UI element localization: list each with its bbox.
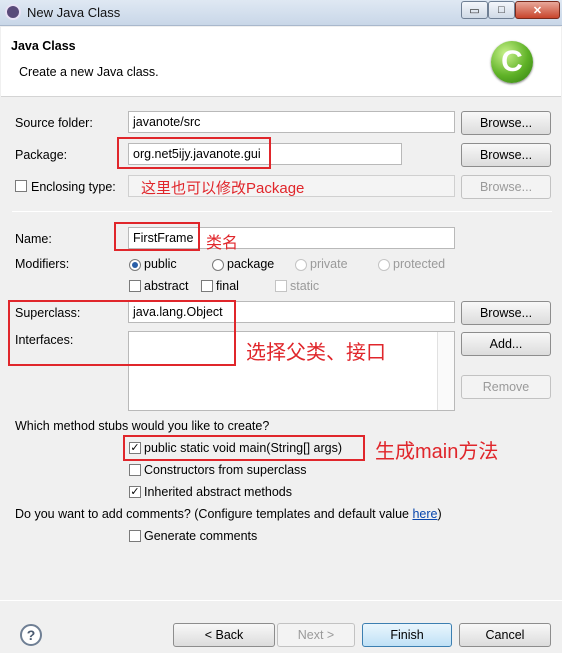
package-annotation: 这里也可以修改Package	[141, 180, 305, 197]
back-button[interactable]: < Back	[173, 623, 275, 647]
generate-comments-label: Generate comments	[144, 529, 258, 543]
modifier-package-label: package	[227, 257, 275, 271]
package-label: Package:	[15, 148, 68, 162]
modifier-static-checkbox	[275, 280, 287, 292]
enclosing-type-label: Enclosing type:	[31, 180, 116, 194]
wizard-header: Java Class Create a new Java class. C	[1, 27, 561, 97]
constructors-label: Constructors from superclass	[144, 463, 307, 477]
package-browse-button[interactable]: Browse...	[461, 143, 551, 167]
modifier-protected-radio	[378, 259, 390, 271]
next-button: Next >	[277, 623, 355, 647]
modifier-final-label: final	[216, 279, 239, 293]
modifier-protected-label: protected	[393, 257, 446, 271]
source-folder-label: Source folder:	[15, 116, 93, 130]
superclass-annotation: 选择父类、接口	[246, 342, 386, 364]
maximize-button[interactable]: □	[488, 1, 515, 19]
modifier-public-radio[interactable]	[129, 259, 141, 271]
help-icon[interactable]: ?	[20, 624, 42, 646]
source-folder-browse-button[interactable]: Browse...	[461, 111, 551, 135]
superclass-highlight-box	[8, 300, 236, 366]
source-folder-input[interactable]: javanote/src	[128, 111, 455, 133]
constructors-checkbox[interactable]	[129, 464, 141, 476]
modifier-final-checkbox[interactable]	[201, 280, 213, 292]
package-highlight-box	[117, 137, 271, 169]
main-annotation: 生成main方法	[375, 441, 499, 463]
main-highlight-box	[123, 435, 365, 461]
close-button[interactable]: ✕	[515, 1, 560, 19]
interfaces-scrollbar[interactable]	[437, 332, 454, 410]
finish-button[interactable]: Finish	[362, 623, 452, 647]
minimize-button[interactable]: ▭	[461, 1, 488, 19]
comments-question: Do you want to add comments? (Configure …	[15, 507, 442, 521]
name-annotation: 类名	[206, 235, 239, 252]
wizard-title: Java Class	[11, 39, 76, 53]
interfaces-add-button[interactable]: Add...	[461, 332, 551, 356]
enclosing-type-checkbox[interactable]	[15, 180, 27, 192]
modifier-private-label: private	[310, 257, 348, 271]
modifiers-label: Modifiers:	[15, 257, 70, 271]
enclosing-browse-button: Browse...	[461, 175, 551, 199]
modifier-public-label: public	[144, 257, 177, 271]
name-label: Name:	[15, 232, 52, 246]
inherited-abstract-label: Inherited abstract methods	[144, 485, 292, 499]
inherited-abstract-checkbox[interactable]: ✓	[129, 486, 141, 498]
new-class-logo-icon: C	[491, 41, 533, 83]
modifier-static-label: static	[290, 279, 320, 293]
modifier-private-radio	[295, 259, 307, 271]
cancel-button[interactable]: Cancel	[459, 623, 551, 647]
superclass-browse-button[interactable]: Browse...	[461, 301, 551, 325]
stubs-question: Which method stubs would you like to cre…	[15, 419, 270, 433]
name-highlight-box	[114, 222, 200, 251]
separator	[12, 211, 552, 212]
modifier-abstract-label: abstract	[144, 279, 189, 293]
wizard-subtitle: Create a new Java class.	[19, 65, 159, 79]
modifier-abstract-checkbox[interactable]	[129, 280, 141, 292]
comments-question-suffix: )	[437, 507, 442, 521]
templates-here-link[interactable]: here	[412, 507, 437, 521]
eclipse-app-icon	[5, 4, 21, 20]
window-title: New Java Class	[27, 5, 121, 20]
comments-question-text: Do you want to add comments? (Configure …	[15, 507, 413, 521]
interfaces-remove-button: Remove	[461, 375, 551, 399]
footer-separator	[0, 600, 562, 601]
generate-comments-checkbox[interactable]	[129, 530, 141, 542]
modifier-package-radio[interactable]	[212, 259, 224, 271]
